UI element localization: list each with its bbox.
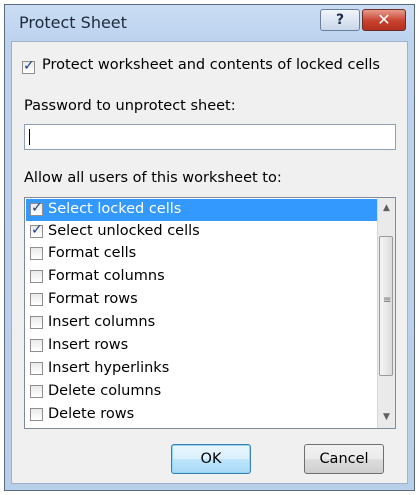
close-button[interactable]: ✕ — [362, 9, 406, 31]
format-columns-checkbox[interactable] — [30, 270, 43, 283]
list-item-label: Format cells — [48, 245, 137, 261]
ok-button[interactable]: OK — [171, 444, 251, 474]
select-locked-cells-checkbox[interactable] — [30, 200, 43, 216]
list-item-label: Select unlocked cells — [48, 223, 200, 239]
text-caret — [29, 129, 30, 145]
list-item-format-columns[interactable]: Format columns — [26, 266, 378, 288]
protect-worksheet-label[interactable]: Protect worksheet and contents of locked… — [42, 57, 380, 73]
list-item-label: Delete rows — [48, 406, 135, 422]
format-rows-checkbox[interactable] — [30, 293, 43, 306]
password-input[interactable] — [24, 124, 396, 150]
list-item-label: Format rows — [48, 291, 138, 307]
password-label: Password to unprotect sheet: — [24, 98, 236, 114]
list-item-label: Insert columns — [48, 314, 156, 330]
delete-columns-checkbox[interactable] — [30, 385, 43, 398]
list-item-delete-columns[interactable]: Delete columns — [26, 381, 378, 403]
list-item-label: Delete columns — [48, 383, 162, 399]
cancel-button[interactable]: Cancel — [304, 444, 384, 474]
insert-hyperlinks-checkbox[interactable] — [30, 362, 43, 375]
list-item-format-cells[interactable]: Format cells — [26, 243, 378, 265]
close-icon: ✕ — [377, 10, 391, 29]
insert-rows-checkbox[interactable] — [30, 339, 43, 352]
list-item-label: Select locked cells — [48, 201, 182, 217]
list-item-label: Insert rows — [48, 337, 129, 353]
scroll-down-arrow-icon[interactable]: ▼ — [378, 409, 395, 426]
list-item-delete-rows[interactable]: Delete rows — [26, 404, 378, 426]
select-unlocked-cells-checkbox[interactable] — [30, 222, 43, 238]
scroll-up-arrow-icon[interactable]: ▲ — [378, 200, 395, 217]
help-icon: ? — [335, 12, 345, 28]
protect-sheet-dialog: Protect Sheet ? ✕ Protect worksheet and … — [4, 4, 415, 491]
title-bar: Protect Sheet ? ✕ — [5, 5, 414, 39]
permissions-list[interactable]: Select locked cells Select unlocked cell… — [24, 197, 396, 429]
list-item-select-locked-cells[interactable]: Select locked cells — [26, 199, 378, 221]
list-item-format-rows[interactable]: Format rows — [26, 289, 378, 311]
help-button[interactable]: ? — [320, 9, 360, 31]
dialog-body: Protect worksheet and contents of locked… — [11, 41, 408, 484]
insert-columns-checkbox[interactable] — [30, 316, 43, 329]
list-item-insert-rows[interactable]: Insert rows — [26, 335, 378, 357]
list-item-insert-columns[interactable]: Insert columns — [26, 312, 378, 334]
dialog-title: Protect Sheet — [19, 13, 127, 32]
list-item-label: Format columns — [48, 268, 165, 284]
scrollbar-thumb[interactable]: ≡ — [379, 236, 393, 376]
list-item-insert-hyperlinks[interactable]: Insert hyperlinks — [26, 358, 378, 380]
allow-users-label: Allow all users of this worksheet to: — [24, 170, 282, 186]
grip-icon: ≡ — [383, 295, 392, 306]
list-item-select-unlocked-cells[interactable]: Select unlocked cells — [26, 221, 378, 243]
vertical-scrollbar[interactable]: ▲ ≡ ▼ — [377, 198, 395, 428]
list-item-label: Insert hyperlinks — [48, 360, 170, 376]
delete-rows-checkbox[interactable] — [30, 408, 43, 421]
format-cells-checkbox[interactable] — [30, 247, 43, 260]
protect-worksheet-checkbox[interactable] — [22, 58, 35, 74]
